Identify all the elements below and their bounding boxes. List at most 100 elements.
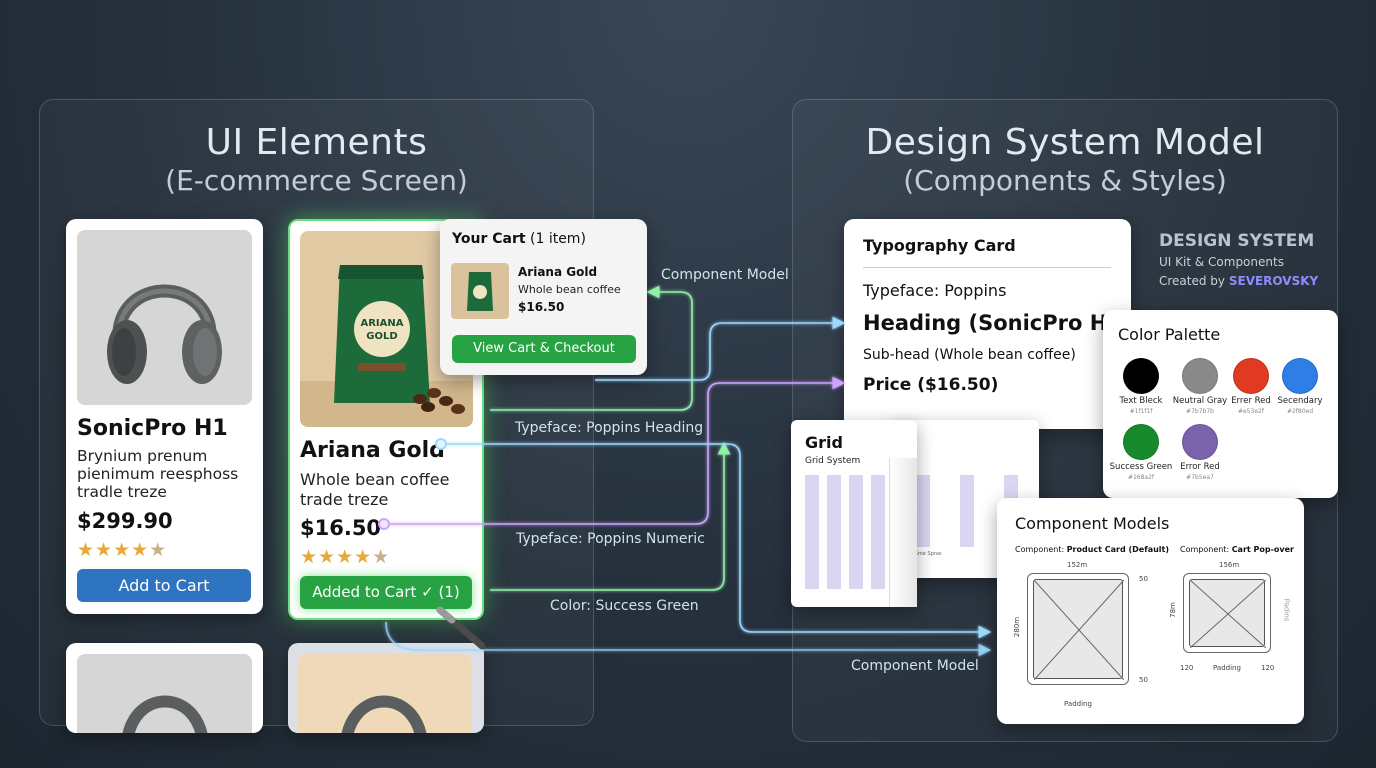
dimension-side: Padins [1282,598,1291,622]
credit-prefix: Created by [1159,274,1226,288]
typography-card: Typography Card Typeface: Poppins Headin… [844,219,1132,429]
svg-text:ARIANA: ARIANA [360,318,403,329]
star-rating: ★★★★★ [300,546,391,568]
swatch-name: Error Red [1180,462,1220,472]
cart-title: Your Cart (1 item) [452,231,586,247]
label-component-model-bottom: Component Model [851,658,979,674]
design-system-subtitle: UI Kit & Components [1159,255,1284,269]
added-to-cart-button[interactable]: Added to Cart ✓ (1) [300,576,472,609]
swatch-name: Secendary [1277,396,1323,406]
color-swatch [1233,358,1269,394]
coffee-bag-icon [467,272,493,311]
product-description: Brynium prenum pienimum reesphoss tradle… [77,447,239,501]
label-name: Product Card (Default) [1066,545,1170,554]
label-component-model: Component Model [661,267,789,283]
card-title: Grid [805,433,843,452]
label-typeface-heading: Typeface: Poppins Heading [515,420,704,436]
product-description: Whole bean coffee trade treze [300,470,450,509]
typeface-label: Typeface: Poppins [863,281,1007,300]
headphones-icon [341,695,427,733]
left-component-label: Component: Product Card (Default) [1015,545,1169,554]
design-system-title: DESIGN SYSTEM [1159,231,1315,251]
placeholder-cross-icon [1033,579,1125,681]
grid-column [871,475,885,589]
design-system-credit: Created by SEVEROVSKY [1159,274,1318,288]
cart-item-price: $16.50 [518,300,565,314]
panel-title: UI Elements [205,122,428,163]
dimension-left: 120 [1180,664,1194,672]
dimension-top: 50 [1139,575,1148,583]
product-card[interactable]: SonicPro H1 Brynium prenum pienimum rees… [66,219,263,614]
padding-label: Padding [1064,700,1092,708]
heading-sample: Heading (SonicPro H1) [863,311,1132,335]
swatch-code: #2f80ed [1286,408,1314,415]
card-title: Typography Card [863,236,1016,255]
half-star-icon: ★ [149,539,168,561]
product-card[interactable] [66,643,263,733]
product-title: Ariana Gold [300,438,445,463]
panel-subtitle: (Components & Styles) [903,164,1227,197]
grid-column [805,475,819,589]
padding-label: Padding [1213,664,1241,672]
headphones-icon [107,284,222,384]
right-component-label: Component: Cart Pop-over [1180,545,1294,554]
product-image [77,230,252,405]
grid-column [827,475,841,589]
grid-column [849,475,863,589]
product-price: $299.90 [77,509,173,533]
svg-text:GOLD: GOLD [366,331,397,342]
color-swatch [1282,358,1318,394]
cart-item-name: Ariana Gold [518,265,598,279]
cart-count: (1 item) [530,231,586,247]
view-cart-checkout-button[interactable]: View Cart & Checkout [452,335,636,363]
dimension-width: 152m [1067,561,1088,569]
color-swatch [1182,358,1218,394]
label-typeface-numeric: Typeface: Poppins Numeric [516,531,705,547]
label-name: Cart Pop-over [1231,545,1294,554]
panel-subtitle: (E-commerce Screen) [165,164,468,197]
label-prefix: Component: [1180,545,1230,554]
color-swatch [1182,424,1218,460]
credit-author: SEVEROVSKY [1228,274,1319,288]
subhead-sample: Sub-head (Whole bean coffee) [863,347,1076,363]
card-title: Color Palette [1118,325,1221,344]
half-star-icon: ★ [372,546,391,568]
star-rating: ★★★★★ [77,539,168,561]
dimension-right: 120 [1261,664,1275,672]
label-prefix: Component: [1015,545,1065,554]
color-swatch [1123,358,1159,394]
card-title: Component Models [1015,514,1170,533]
placeholder-cross-icon [1189,579,1267,649]
product-image [298,654,471,733]
label-color-success: Color: Success Green [550,598,699,614]
color-swatch [1123,424,1159,460]
swatch-code: #7b5ea7 [1186,474,1214,481]
grid-note: Gme Spras [914,551,942,557]
dimension-height: 78m [1168,602,1177,618]
color-palette-card: Color Palette Text Bleck #1f1f1f Neutral G… [1103,310,1338,498]
product-image [77,654,252,733]
dimension-width: 156m [1219,561,1240,569]
grid-column [916,475,930,547]
product-price: $16.50 [300,516,382,540]
component-models-card: Component Models Component: Product Card… [997,498,1304,724]
page-curl [889,458,917,607]
divider [863,267,1111,268]
card-subtitle: Grid System [805,456,861,466]
product-title: SonicPro H1 [77,416,228,441]
cart-popover[interactable]: Your Cart (1 item) Ariana Gold Whole bea… [440,219,647,375]
cart-item-description: Whole bean coffee [518,283,621,296]
headphones-icon [122,695,208,733]
wireframe-inner [1033,579,1125,681]
product-card[interactable] [288,643,484,733]
panel-title: Design System Model [865,122,1265,163]
add-to-cart-button[interactable]: Add to Cart [77,569,251,602]
dimension-height: 280m [1013,616,1022,638]
grid-card: Grid Grid System [791,420,917,607]
grid-column [960,475,974,547]
cart-item-thumbnail [451,263,509,319]
dimension-bottom: 50 [1139,676,1148,684]
price-sample: Price ($16.50) [863,375,999,395]
cart-title-text: Your Cart [452,231,526,247]
wireframe-inner [1189,579,1267,649]
